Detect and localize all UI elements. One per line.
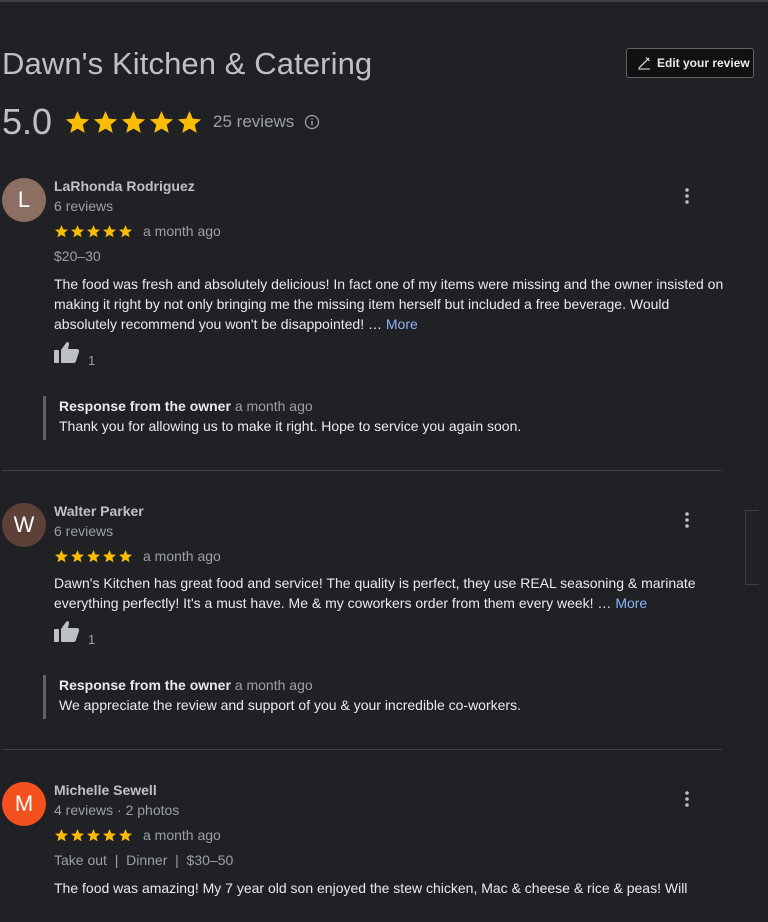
owner-response-time: a month ago: [234, 398, 313, 414]
place-title: Dawn's Kitchen & Catering: [2, 46, 373, 81]
reviewer-avatar[interactable]: M: [2, 782, 46, 826]
like-button[interactable]: 1: [54, 621, 96, 648]
review-time: a month ago: [143, 548, 221, 564]
average-rating: 5.0: [2, 101, 53, 142]
reviewer-meta: 6 reviews: [54, 523, 114, 539]
star-icon: [149, 110, 174, 133]
pencil-icon: [637, 56, 651, 70]
star-icon: [119, 224, 132, 237]
edit-review-label: Edit your review: [657, 56, 750, 70]
owner-response: Response from the owner a month ago Than…: [43, 396, 703, 440]
reviewer-meta: 6 reviews: [54, 198, 114, 214]
more-options-icon[interactable]: [677, 510, 697, 530]
star-icon: [103, 549, 116, 562]
star-icon: [177, 110, 202, 133]
edit-review-button[interactable]: Edit your review: [626, 48, 754, 78]
review-rating-row: a month ago: [54, 222, 221, 240]
star-icon: [71, 224, 84, 237]
review-divider: [2, 470, 722, 471]
price-range: $20–30: [54, 248, 101, 264]
star-icon: [55, 828, 68, 841]
star-icon: [119, 828, 132, 841]
star-icon: [65, 110, 90, 133]
review-text: The food was fresh and absolutely delici…: [54, 274, 734, 334]
more-options-icon[interactable]: [677, 789, 697, 809]
star-icon: [71, 549, 84, 562]
star-icon: [103, 828, 116, 841]
owner-response-label: Response from the owner: [59, 677, 231, 693]
rating-stars: [64, 109, 203, 136]
more-link[interactable]: More: [386, 316, 418, 332]
review-stars: [54, 828, 133, 843]
owner-response-text: Thank you for allowing us to make it rig…: [59, 418, 522, 434]
scrollbar[interactable]: [745, 510, 759, 585]
star-icon: [103, 224, 116, 237]
star-icon: [87, 224, 100, 237]
star-icon: [93, 110, 118, 133]
review-text-body: Dawn's Kitchen has great food and servic…: [54, 575, 696, 611]
like-button[interactable]: 1: [54, 342, 96, 369]
more-options-icon[interactable]: [677, 186, 697, 206]
review-rating-row: a month ago: [54, 547, 221, 565]
reviewer-name[interactable]: LaRhonda Rodriguez: [54, 178, 195, 194]
star-icon: [55, 549, 68, 562]
reviewer-name[interactable]: Michelle Sewell: [54, 782, 157, 798]
review-text-body: The food was amazing! My 7 year old son …: [54, 880, 688, 896]
reviewer-meta: 4 reviews · 2 photos: [54, 802, 180, 818]
star-icon: [55, 224, 68, 237]
info-icon[interactable]: [304, 114, 320, 130]
rating-summary: 5.0 25 reviews: [2, 100, 320, 144]
review-time: a month ago: [143, 827, 221, 843]
more-link[interactable]: More: [615, 595, 647, 611]
like-count: 1: [88, 353, 96, 368]
review-text: The food was amazing! My 7 year old son …: [54, 878, 734, 898]
thumbs-up-icon: [54, 619, 80, 648]
review-text: Dawn's Kitchen has great food and servic…: [54, 573, 734, 613]
owner-response-text: We appreciate the review and support of …: [59, 697, 521, 713]
reviewer-name[interactable]: Walter Parker: [54, 503, 144, 519]
owner-response: Response from the owner a month ago We a…: [43, 675, 703, 719]
review-stars: [54, 224, 133, 239]
star-icon: [87, 549, 100, 562]
reviewer-avatar[interactable]: L: [2, 178, 46, 222]
reviewer-avatar[interactable]: W: [2, 503, 46, 547]
like-count: 1: [88, 632, 96, 647]
thumbs-up-icon: [54, 340, 80, 369]
reviews-count[interactable]: 25 reviews: [213, 112, 294, 132]
review-details: Take out | Dinner | $30–50: [54, 852, 234, 868]
review-rating-row: a month ago: [54, 826, 221, 844]
star-icon: [119, 549, 132, 562]
review-time: a month ago: [143, 223, 221, 239]
star-icon: [87, 828, 100, 841]
owner-response-time: a month ago: [234, 677, 313, 693]
review-stars: [54, 549, 133, 564]
star-icon: [71, 828, 84, 841]
owner-response-label: Response from the owner: [59, 398, 231, 414]
review-divider: [2, 749, 722, 750]
star-icon: [121, 110, 146, 133]
